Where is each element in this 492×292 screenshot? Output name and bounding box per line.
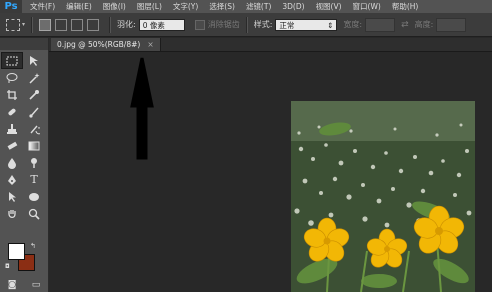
- swap-dimensions-icon[interactable]: ⇄: [401, 20, 409, 30]
- subtract-selection-button[interactable]: [71, 18, 84, 31]
- blur-icon[interactable]: [1, 154, 23, 171]
- crop-icon[interactable]: [1, 86, 23, 103]
- magic-wand-icon[interactable]: [23, 69, 45, 86]
- options-bar: ▾ 羽化: 0 像素 消除锯齿 样式: 正常 ⇕ 宽度: ⇄ 高度:: [0, 13, 492, 37]
- menu-layer[interactable]: 图层(L): [134, 1, 165, 12]
- eyedropper-icon[interactable]: [23, 86, 45, 103]
- hand-icon[interactable]: [1, 205, 23, 222]
- ellipse-shape-icon[interactable]: [23, 188, 45, 205]
- menu-edit[interactable]: 编辑(E): [63, 1, 95, 12]
- menu-type[interactable]: 文字(Y): [170, 1, 201, 12]
- dodge-icon[interactable]: [23, 154, 45, 171]
- width-input[interactable]: [365, 17, 396, 32]
- options-divider: [31, 16, 34, 33]
- height-input[interactable]: [436, 17, 467, 32]
- quick-mask-icon[interactable]: ◙: [8, 280, 17, 290]
- menu-3d[interactable]: 3D(D): [279, 2, 307, 11]
- toolbox: T ◘ ↰ ◙ ▭: [0, 38, 49, 292]
- options-divider: [245, 16, 248, 33]
- photoshop-logo: Ps: [0, 0, 22, 13]
- feather-label: 羽化:: [117, 20, 136, 29]
- menu-file[interactable]: 文件(F): [27, 1, 58, 12]
- style-label: 样式:: [253, 20, 273, 29]
- document-tab-bar: 0.jpg @ 50%(RGB/8#) ×: [49, 38, 492, 52]
- style-select[interactable]: 正常 ⇕: [275, 18, 338, 31]
- feather-input[interactable]: 0 像素: [138, 18, 185, 31]
- chevron-down-icon[interactable]: ▾: [22, 21, 25, 28]
- style-select-value: 正常: [279, 20, 295, 30]
- healing-brush-icon[interactable]: [1, 103, 23, 120]
- menu-bar: Ps 文件(F) 编辑(E) 图像(I) 图层(L) 文字(Y) 选择(S) 滤…: [0, 0, 492, 13]
- canvas-area: [49, 52, 492, 292]
- close-icon[interactable]: ×: [147, 38, 153, 51]
- document-tab[interactable]: 0.jpg @ 50%(RGB/8#) ×: [51, 38, 161, 51]
- menu-filter[interactable]: 滤镜(T): [243, 1, 274, 12]
- new-selection-button[interactable]: [39, 18, 52, 31]
- pen-icon[interactable]: [1, 171, 23, 188]
- type-tool-icon[interactable]: T: [23, 171, 45, 188]
- annotation-arrow-icon: [130, 57, 154, 160]
- toolbox-bottom: ◙ ▭: [0, 280, 48, 290]
- antialias-label: 消除锯齿: [207, 20, 240, 29]
- flower-photo: [291, 101, 475, 292]
- eraser-icon[interactable]: [1, 137, 23, 154]
- menu-view[interactable]: 视图(V): [313, 1, 345, 12]
- move-tool-icon[interactable]: [23, 52, 45, 69]
- gradient-icon[interactable]: [23, 137, 45, 154]
- path-selection-icon[interactable]: [1, 188, 23, 205]
- screen-mode-icon[interactable]: ▭: [32, 280, 41, 290]
- foreground-color-swatch[interactable]: [8, 243, 25, 260]
- color-swatches: ◘ ↰: [5, 241, 41, 271]
- swap-colors-icon[interactable]: ↰: [30, 242, 36, 250]
- rectangular-marquee-icon[interactable]: [1, 52, 23, 69]
- select-arrow-icon: ⇕: [327, 20, 334, 30]
- options-divider: [109, 16, 112, 33]
- antialias-checkbox[interactable]: [194, 19, 205, 30]
- brush-icon[interactable]: [23, 103, 45, 120]
- toolbox-grip[interactable]: [0, 38, 48, 50]
- height-label: 高度:: [414, 20, 434, 29]
- marquee-preset-icon[interactable]: [6, 18, 20, 31]
- clone-stamp-icon[interactable]: [1, 120, 23, 137]
- add-selection-button[interactable]: [55, 18, 68, 31]
- history-brush-icon[interactable]: [23, 120, 45, 137]
- width-label: 宽度:: [343, 20, 363, 29]
- menu-select[interactable]: 选择(S): [206, 1, 238, 12]
- lasso-icon[interactable]: [1, 69, 23, 86]
- menu-window[interactable]: 窗口(W): [350, 1, 384, 12]
- document-tab-title: 0.jpg @ 50%(RGB/8#): [57, 40, 141, 49]
- zoom-icon[interactable]: [23, 205, 45, 222]
- menu-image[interactable]: 图像(I): [100, 1, 129, 12]
- intersect-selection-button[interactable]: [87, 18, 100, 31]
- default-colors-icon[interactable]: ◘: [5, 263, 10, 270]
- menu-help[interactable]: 帮助(H): [389, 1, 422, 12]
